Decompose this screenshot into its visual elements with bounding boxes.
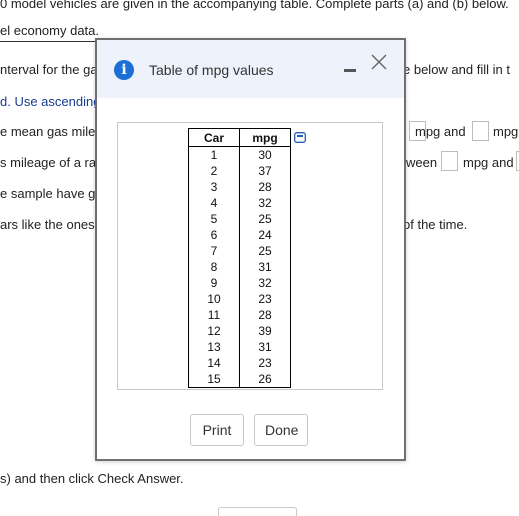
table-row: 12 39 [188,323,291,339]
question-text-line-1: 0 model vehicles are given in the accomp… [0,0,509,11]
car-cell: 1 [188,146,240,163]
car-cell: 15 [188,371,240,388]
between-label: ween [406,155,438,170]
mpg-table-dialog: i Table of mpg values Car mpg 1 30 2 37 3 28 4… [95,38,406,461]
mpg-cell: 30 [239,146,291,163]
answer-box-2[interactable] [472,121,489,141]
question-text-line-7: e sample have g [0,186,96,201]
question-text-line-6: s mileage of a ra [0,155,97,170]
table-row: 13 31 [188,339,291,355]
mpg-cell: 23 [239,355,291,371]
unit-label-1: mpg and [415,124,466,139]
car-cell: 11 [188,307,240,323]
table-header-row: Car mpg [188,128,291,147]
minimize-button[interactable] [341,62,359,78]
table-row: 6 24 [188,227,291,243]
table-row: 11 28 [188,307,291,323]
info-icon: i [114,60,134,80]
copy-data-icon[interactable] [294,132,306,143]
car-cell: 4 [188,195,240,211]
table-row: 14 23 [188,355,291,371]
table-row: 3 28 [188,179,291,195]
car-cell: 5 [188,211,240,227]
question-text-line-3: nterval for the ga [0,62,98,77]
answer-box-3[interactable] [441,151,458,171]
unit-label-2: mpg [493,124,519,139]
table-body: 1 30 2 37 3 28 4 32 5 25 6 24 7 25 8 31 9 32 10 23 11 28 12 39 1… [188,146,291,388]
mpg-cell: 28 [239,307,291,323]
table-row: 2 37 [188,163,291,179]
close-icon [371,54,387,70]
car-cell: 12 [188,323,240,339]
time-label: of the time. [403,217,468,232]
car-cell: 6 [188,227,240,243]
mpg-cell: 31 [239,259,291,275]
car-cell: 9 [188,275,240,291]
close-button[interactable] [369,52,389,72]
print-button[interactable]: Print [190,414,244,446]
car-cell: 10 [188,291,240,307]
question-text-line-5: e mean gas mile [0,124,96,139]
car-cell: 3 [188,179,240,195]
car-cell: 2 [188,163,240,179]
question-divider [0,41,96,42]
unit-label-3: mpg and [463,155,514,170]
table-row: 5 25 [188,211,291,227]
mpg-cell: 32 [239,195,291,211]
mpg-cell: 31 [239,339,291,355]
table-row: 8 31 [188,259,291,275]
mpg-cell: 25 [239,243,291,259]
instruction-text: d. Use ascending [0,94,101,109]
table-row: 9 32 [188,275,291,291]
table-row: 4 32 [188,195,291,211]
mpg-cell: 23 [239,291,291,307]
table-scroll-frame: Car mpg 1 30 2 37 3 28 4 32 5 25 6 24 7 25 8 31 9 32 10 23 1… [117,122,383,390]
table-row: 7 25 [188,243,291,259]
minimize-icon [344,69,356,72]
mpg-cell: 37 [239,163,291,179]
check-answer-button[interactable] [218,507,297,516]
table-row: 1 30 [188,146,291,163]
mpg-cell: 28 [239,179,291,195]
question-text-line-2: el economy data. [0,23,100,38]
table-row: 15 26 [188,371,291,388]
mpg-cell: 24 [239,227,291,243]
car-cell: 13 [188,339,240,355]
car-cell: 8 [188,259,240,275]
mpg-cell: 25 [239,211,291,227]
dialog-titlebar: i Table of mpg values [97,40,404,98]
done-button[interactable]: Done [254,414,308,446]
question-text-line-4: e below and fill in t [403,62,510,77]
column-header-mpg: mpg [239,128,291,147]
mpg-data-table: Car mpg 1 30 2 37 3 28 4 32 5 25 6 24 7 25 8 31 9 32 10 23 1… [188,128,291,388]
footer-instruction: s) and then click Check Answer. [0,471,184,486]
mpg-cell: 32 [239,275,291,291]
column-header-car: Car [188,128,240,147]
table-row: 10 23 [188,291,291,307]
mpg-cell: 26 [239,371,291,388]
dialog-title: Table of mpg values [149,62,274,78]
mpg-cell: 39 [239,323,291,339]
car-cell: 7 [188,243,240,259]
question-text-line-8: ars like the ones [0,217,95,232]
car-cell: 14 [188,355,240,371]
